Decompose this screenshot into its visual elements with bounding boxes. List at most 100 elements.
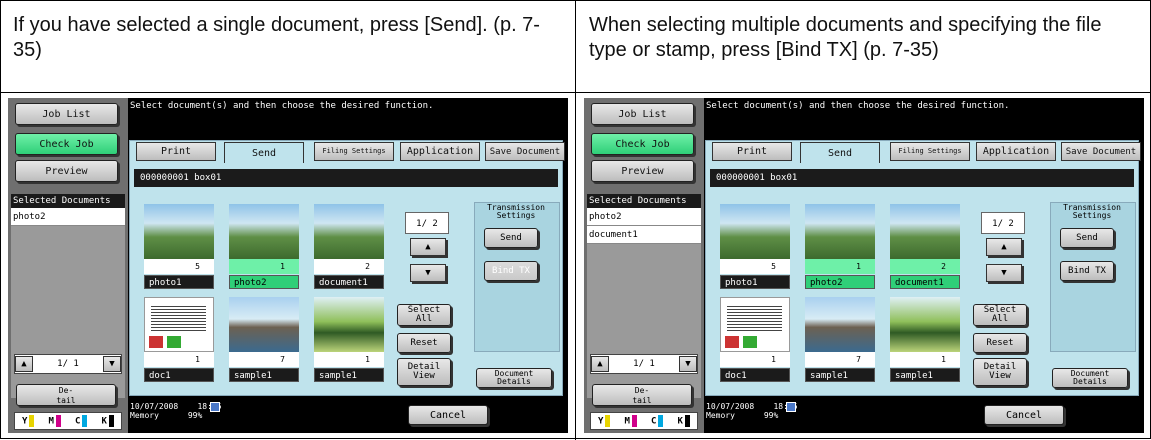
thumbnail-doc1[interactable]: 1 doc1 <box>141 294 217 384</box>
network-icon <box>786 402 796 412</box>
toner-k: K <box>678 415 690 427</box>
black-ink-icon <box>684 415 690 427</box>
detail-view-button[interactable]: Detail View <box>397 358 451 386</box>
thumbnail-page-counter: 1/ 2 <box>405 212 449 234</box>
toner-c: C <box>651 415 664 427</box>
detail-button[interactable]: De- tail <box>592 384 692 406</box>
thumbnail-photo2[interactable]: 1 photo2 <box>226 201 302 291</box>
tab-save-document[interactable]: Save Document <box>1061 142 1141 161</box>
box-label: 000000001 box01 <box>710 169 1134 187</box>
down-arrow-icon[interactable]: ▼ <box>103 356 121 372</box>
select-all-button[interactable]: Select All <box>397 304 451 326</box>
scroll-up-icon[interactable]: ▲ <box>986 238 1022 256</box>
document-details-button[interactable]: Document Details <box>476 368 552 388</box>
cancel-button[interactable]: Cancel <box>408 405 488 425</box>
document-details-button[interactable]: Document Details <box>1052 368 1128 388</box>
tab-send[interactable]: Send <box>224 142 304 163</box>
instruction-message: Select document(s) and then choose the d… <box>706 101 1010 111</box>
select-all-button[interactable]: Select All <box>973 304 1027 326</box>
tab-print[interactable]: Print <box>712 142 792 161</box>
caption-left: If you have selected a single document, … <box>13 14 540 61</box>
thumbnail-photo2[interactable]: 1 photo2 <box>802 201 878 291</box>
document-page: If you have selected a single document, … <box>0 0 1151 440</box>
black-ink-icon <box>108 415 114 427</box>
detail-view-button[interactable]: Detail View <box>973 358 1027 386</box>
up-arrow-icon[interactable]: ▲ <box>591 356 609 372</box>
left-pager: ▲ 1/ 1 ▼ <box>590 354 698 374</box>
scroll-down-icon[interactable]: ▼ <box>986 264 1022 282</box>
thumbnail-document1[interactable]: 2 document1 <box>311 201 387 291</box>
reset-button[interactable]: Reset <box>973 333 1027 353</box>
up-arrow-icon[interactable]: ▲ <box>15 356 33 372</box>
tab-application[interactable]: Application <box>400 142 480 161</box>
left-page-count: 1/ 1 <box>633 359 655 369</box>
toner-levels: Y M C K <box>14 412 122 430</box>
thumbnail-photo1[interactable]: 5 photo1 <box>717 201 793 291</box>
panel-screen-single: Job List Check Job Preview Selected Docu… <box>8 98 568 433</box>
thumbnail-sample1-a[interactable]: 7 sample1 <box>226 294 302 384</box>
tab-save-document[interactable]: Save Document <box>485 142 565 161</box>
send-button[interactable]: Send <box>484 228 538 248</box>
transmission-settings-title: Transmission Settings <box>487 203 545 220</box>
toner-k: K <box>102 415 114 427</box>
scroll-up-icon[interactable]: ▲ <box>410 238 446 256</box>
bind-tx-button[interactable]: Bind TX <box>1060 261 1114 281</box>
toner-y: Y <box>598 415 611 427</box>
job-list-button[interactable]: Job List <box>591 103 694 125</box>
status-bar: 10/07/2008 18:15Memory 99% <box>130 402 222 420</box>
thumbnail-sample1-b[interactable]: 1 sample1 <box>887 294 963 384</box>
left-column: Job List Check Job Preview Selected Docu… <box>584 98 704 433</box>
tab-filing-settings[interactable]: Filing Settings <box>890 142 970 161</box>
selected-item[interactable]: document1 <box>587 226 701 244</box>
down-arrow-icon[interactable]: ▼ <box>679 356 697 372</box>
selected-item[interactable]: photo2 <box>587 208 701 226</box>
cyan-ink-icon <box>658 415 664 427</box>
caption-right: When selecting multiple documents and sp… <box>589 14 1102 61</box>
toner-y: Y <box>22 415 35 427</box>
scroll-down-icon[interactable]: ▼ <box>410 264 446 282</box>
toner-c: C <box>75 415 88 427</box>
job-list-button[interactable]: Job List <box>15 103 118 125</box>
reset-button[interactable]: Reset <box>397 333 451 353</box>
network-icon <box>210 402 220 412</box>
toner-m: M <box>49 415 61 427</box>
row-divider <box>1 92 1151 93</box>
column-divider <box>575 1 576 440</box>
cancel-button[interactable]: Cancel <box>984 405 1064 425</box>
detail-button[interactable]: De- tail <box>16 384 116 406</box>
preview-button[interactable]: Preview <box>591 160 694 182</box>
bind-tx-button[interactable]: Bind TX <box>484 261 538 281</box>
cyan-ink-icon <box>82 415 88 427</box>
selected-documents-title: Selected Documents <box>587 194 701 208</box>
thumbnail-sample1-a[interactable]: 7 sample1 <box>802 294 878 384</box>
left-pager: ▲ 1/ 1 ▼ <box>14 354 122 374</box>
left-page-count: 1/ 1 <box>57 359 79 369</box>
magenta-ink-icon <box>55 415 61 427</box>
tab-filing-settings[interactable]: Filing Settings <box>314 142 394 161</box>
tab-send[interactable]: Send <box>800 142 880 163</box>
panel-screen-multiple: Job List Check Job Preview Selected Docu… <box>584 98 1144 433</box>
magenta-ink-icon <box>631 415 637 427</box>
check-job-button[interactable]: Check Job <box>591 133 694 155</box>
selected-documents-title: Selected Documents <box>11 194 125 208</box>
thumbnail-doc1[interactable]: 1 doc1 <box>717 294 793 384</box>
yellow-ink-icon <box>29 415 35 427</box>
thumbnail-document1[interactable]: 2 document1 <box>887 201 963 291</box>
transmission-settings-title: Transmission Settings <box>1063 203 1121 220</box>
status-bar: 10/07/2008 18:15Memory 99% <box>706 402 798 420</box>
check-job-button[interactable]: Check Job <box>15 133 118 155</box>
toner-m: M <box>625 415 637 427</box>
box-label: 000000001 box01 <box>134 169 558 187</box>
thumbnail-sample1-b[interactable]: 1 sample1 <box>311 294 387 384</box>
thumbnail-page-counter: 1/ 2 <box>981 212 1025 234</box>
instruction-message: Select document(s) and then choose the d… <box>130 101 434 111</box>
tab-application[interactable]: Application <box>976 142 1056 161</box>
thumbnail-photo1[interactable]: 5 photo1 <box>141 201 217 291</box>
selected-item[interactable]: photo2 <box>11 208 125 226</box>
preview-button[interactable]: Preview <box>15 160 118 182</box>
tab-print[interactable]: Print <box>136 142 216 161</box>
toner-levels: Y M C K <box>590 412 698 430</box>
left-column: Job List Check Job Preview Selected Docu… <box>8 98 128 433</box>
send-button[interactable]: Send <box>1060 228 1114 248</box>
yellow-ink-icon <box>605 415 611 427</box>
